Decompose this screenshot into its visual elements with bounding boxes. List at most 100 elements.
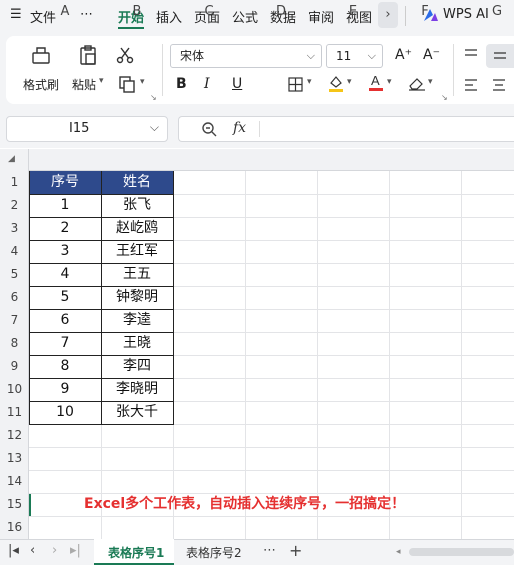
more-sheets-icon[interactable]: ⋯: [263, 543, 276, 558]
add-sheet-icon[interactable]: +: [289, 541, 302, 560]
column-header-f[interactable]: F: [389, 4, 461, 19]
table-border: [29, 424, 174, 425]
table-cell-name[interactable]: 王五: [101, 263, 173, 286]
paste-label[interactable]: 粘贴: [72, 76, 96, 93]
font-name-select[interactable]: 宋体 ⌵: [170, 44, 322, 68]
table-cell-name[interactable]: 钟黎明: [101, 286, 173, 309]
row-header-15[interactable]: 15: [0, 497, 29, 511]
gridline: [29, 516, 514, 517]
first-sheet-icon[interactable]: |◂: [8, 543, 19, 558]
align-top-icon[interactable]: [463, 48, 479, 66]
chevron-down-icon[interactable]: ▾: [428, 77, 433, 87]
format-painter-icon[interactable]: [30, 44, 52, 70]
italic-button[interactable]: I: [204, 76, 210, 92]
chevron-down-icon[interactable]: ▾: [307, 77, 312, 87]
table-cell-seq[interactable]: 1: [29, 194, 101, 217]
sheet-tab-1[interactable]: 表格序号1: [108, 544, 164, 561]
column-header-a[interactable]: A: [29, 4, 101, 19]
column-header-g[interactable]: G: [461, 4, 514, 19]
chevron-down-icon[interactable]: ▾: [99, 76, 104, 86]
table-header-seq[interactable]: 序号: [29, 171, 101, 194]
row-header-12[interactable]: 12: [0, 428, 29, 442]
select-all-corner[interactable]: ◢: [0, 149, 29, 171]
row-header-6[interactable]: 6: [0, 290, 29, 304]
column-header-d[interactable]: D: [245, 4, 317, 19]
align-left-icon[interactable]: [463, 78, 479, 96]
last-sheet-icon[interactable]: ▸|: [70, 543, 81, 558]
table-cell-seq[interactable]: 8: [29, 355, 101, 378]
hamburger-icon[interactable]: ☰: [10, 7, 22, 22]
table-cell-name[interactable]: 赵屹鸥: [101, 217, 173, 240]
sheet-tab-2[interactable]: 表格序号2: [186, 544, 242, 561]
table-border: [101, 171, 102, 425]
eraser-icon[interactable]: [408, 76, 426, 95]
copy-icon[interactable]: [118, 75, 136, 97]
table-cell-seq[interactable]: 5: [29, 286, 101, 309]
paste-icon[interactable]: [77, 44, 99, 70]
prev-sheet-icon[interactable]: ‹: [30, 543, 35, 558]
table-cell-seq[interactable]: 3: [29, 240, 101, 263]
align-middle-button[interactable]: [486, 44, 514, 68]
table-cell-name[interactable]: 张大千: [101, 401, 173, 424]
font-size-value: 11: [336, 49, 352, 63]
row-header-13[interactable]: 13: [0, 451, 29, 465]
table-border: [29, 194, 174, 195]
row-header-8[interactable]: 8: [0, 336, 29, 350]
fx-icon[interactable]: fx: [233, 120, 246, 136]
row-header-7[interactable]: 7: [0, 313, 29, 327]
row-header-4[interactable]: 4: [0, 244, 29, 258]
horizontal-scrollbar[interactable]: [409, 548, 514, 556]
scroll-left-icon[interactable]: ◂: [396, 547, 401, 557]
table-cell-seq[interactable]: 4: [29, 263, 101, 286]
chevron-down-icon[interactable]: ▾: [387, 77, 392, 87]
table-cell-seq[interactable]: 6: [29, 309, 101, 332]
scissors-icon[interactable]: [116, 46, 134, 68]
column-header-c[interactable]: C: [173, 4, 245, 19]
table-cell-name[interactable]: 张飞: [101, 194, 173, 217]
row-header-3[interactable]: 3: [0, 221, 29, 235]
table-cell-seq[interactable]: 7: [29, 332, 101, 355]
font-color-icon[interactable]: A: [368, 73, 384, 96]
formula-input[interactable]: fx: [178, 116, 514, 142]
row-header-11[interactable]: 11: [0, 405, 29, 419]
borders-icon[interactable]: [288, 77, 303, 96]
chevron-down-icon[interactable]: ▾: [140, 77, 145, 87]
align-center-icon[interactable]: [491, 78, 507, 96]
decrease-font-icon[interactable]: A⁻: [423, 47, 440, 63]
table-cell-seq[interactable]: 10: [29, 401, 101, 424]
table-cell-name[interactable]: 王晓: [101, 332, 173, 355]
next-sheet-icon[interactable]: ›: [52, 543, 57, 558]
chevron-down-icon: ⌵: [149, 120, 159, 134]
table-cell-seq[interactable]: 2: [29, 217, 101, 240]
column-header-b[interactable]: B: [101, 4, 173, 19]
separator: [162, 44, 163, 96]
table-cell-name[interactable]: 李四: [101, 355, 173, 378]
table-border: [29, 217, 174, 218]
table-header-name[interactable]: 姓名: [101, 171, 173, 194]
bold-button[interactable]: B: [176, 76, 187, 92]
row-header-16[interactable]: 16: [0, 520, 29, 534]
row-header-9[interactable]: 9: [0, 359, 29, 373]
row-header-1[interactable]: 1: [0, 175, 29, 189]
format-painter-label[interactable]: 格式刷: [23, 76, 59, 93]
font-size-select[interactable]: 11 ⌵: [326, 44, 383, 68]
table-cell-seq[interactable]: 9: [29, 378, 101, 401]
table-cell-name[interactable]: 李逵: [101, 309, 173, 332]
name-box[interactable]: I15 ⌵: [6, 116, 168, 142]
table-border: [29, 401, 174, 402]
underline-button[interactable]: U: [232, 76, 242, 92]
column-header-e[interactable]: E: [317, 4, 389, 19]
fill-color-icon[interactable]: [328, 74, 344, 96]
row-header-2[interactable]: 2: [0, 198, 29, 212]
dialog-launcher-icon[interactable]: ↘: [150, 93, 157, 102]
chevron-down-icon[interactable]: ▾: [347, 77, 352, 87]
row-header-10[interactable]: 10: [0, 382, 29, 396]
row-header-5[interactable]: 5: [0, 267, 29, 281]
zoom-icon[interactable]: [201, 121, 217, 141]
table-border: [29, 171, 30, 425]
dialog-launcher-icon[interactable]: ↘: [441, 93, 448, 102]
increase-font-icon[interactable]: A⁺: [395, 47, 412, 63]
table-cell-name[interactable]: 王红军: [101, 240, 173, 263]
table-cell-name[interactable]: 李晓明: [101, 378, 173, 401]
row-header-14[interactable]: 14: [0, 474, 29, 488]
